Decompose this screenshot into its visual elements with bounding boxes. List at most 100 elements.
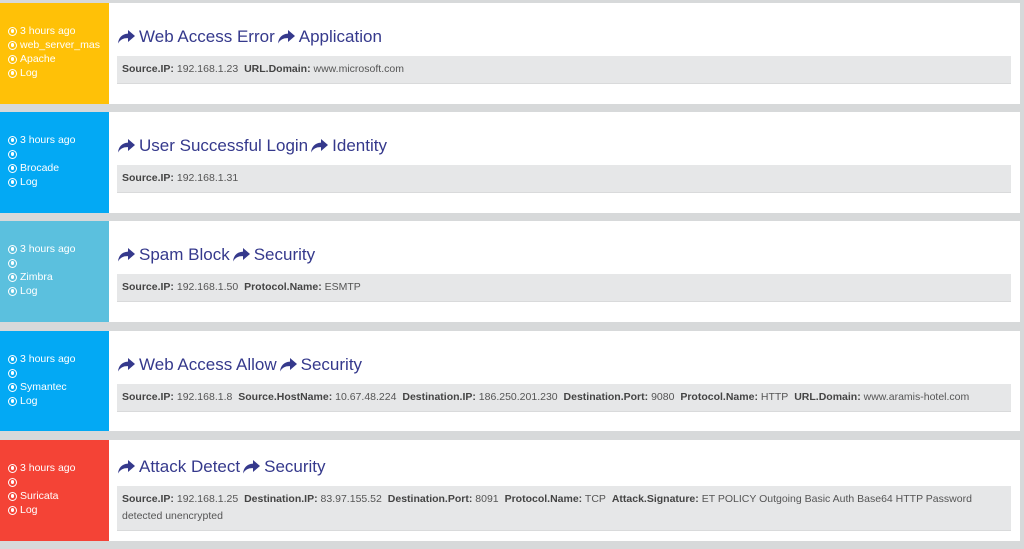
event-card[interactable]: 3 hours ago Zimbra Log Spam Block Securi… [0, 221, 1020, 322]
event-host [8, 475, 109, 489]
field-value: 192.168.1.8 [176, 391, 233, 403]
event-source: Apache [8, 52, 109, 66]
dot-circle-icon [8, 463, 17, 473]
event-type: Log [8, 503, 109, 517]
event-category: Identity [332, 136, 387, 155]
event-source: Brocade [8, 161, 109, 175]
event-time-text: 3 hours ago [20, 134, 76, 146]
share-arrow-icon [243, 460, 261, 474]
event-card[interactable]: 3 hours ago Brocade Log User Successful … [0, 112, 1020, 213]
field-value: HTTP [760, 391, 789, 403]
event-title[interactable]: Web Access Error Application [117, 26, 1012, 48]
event-meta-panel: 3 hours ago Symantec Log [0, 331, 109, 431]
field-value: ESMTP [324, 281, 361, 293]
share-arrow-icon [279, 358, 297, 372]
event-title[interactable]: User Successful Login Identity [117, 135, 1012, 157]
event-time-text: 3 hours ago [20, 243, 76, 255]
event-name: Spam Block [139, 245, 230, 264]
share-arrow-icon [118, 30, 135, 44]
field-value: 192.168.1.50 [176, 281, 239, 293]
event-card[interactable]: 3 hours ago Symantec Log Web Access Allo… [0, 331, 1020, 431]
event-source-text: Brocade [20, 162, 60, 174]
dot-circle-icon [8, 177, 17, 187]
share-arrow-icon [232, 248, 250, 262]
field-key: Source.HostName: [238, 391, 333, 403]
dot-circle-icon [8, 396, 17, 406]
event-time: 3 hours ago [8, 24, 109, 38]
field-key: Source.IP: [122, 493, 174, 505]
dot-circle-icon [8, 491, 17, 501]
share-arrow-icon [311, 139, 329, 153]
event-time-text: 3 hours ago [20, 353, 76, 365]
field-key: Protocol.Name: [680, 391, 758, 403]
event-type-text: Log [20, 504, 38, 516]
field-key: URL.Domain: [244, 63, 311, 75]
field-value: 8091 [475, 493, 499, 505]
event-type: Log [8, 394, 109, 408]
event-title[interactable]: Spam Block Security [117, 244, 1012, 266]
dot-circle-icon [8, 354, 17, 364]
event-type: Log [8, 66, 109, 80]
field-key: Protocol.Name: [504, 493, 583, 505]
dot-circle-icon [8, 244, 17, 254]
event-card[interactable]: 3 hours ago Suricata Log Attack Detect S… [0, 440, 1020, 541]
field-value: www.aramis-hotel.com [863, 391, 970, 403]
share-arrow-icon [118, 139, 135, 153]
event-details: Source.IP: 192.168.1.8 Source.HostName: … [117, 384, 1011, 412]
event-source-text: Apache [20, 53, 56, 65]
event-meta-panel: 3 hours ago Brocade Log [0, 112, 109, 213]
field-key: Destination.IP: [402, 391, 476, 403]
event-category: Security [264, 457, 326, 476]
share-arrow-icon [118, 358, 135, 372]
event-time: 3 hours ago [8, 461, 109, 475]
event-feed: 3 hours ago web_server_mas Apache Log We… [0, 3, 1020, 549]
event-details: Source.IP: 192.168.1.25 Destination.IP: … [117, 486, 1011, 531]
dot-circle-icon [8, 149, 17, 159]
event-details: Source.IP: 192.168.1.23 URL.Domain: www.… [117, 56, 1011, 84]
event-category: Security [300, 355, 363, 374]
field-key: Source.IP: [122, 391, 174, 403]
event-category: Application [298, 27, 382, 46]
field-value: 10.67.48.224 [335, 391, 397, 403]
dot-circle-icon [8, 272, 17, 282]
field-value: 186.250.201.230 [478, 391, 558, 403]
dot-circle-icon [8, 505, 17, 515]
event-host: web_server_mas [8, 38, 109, 52]
event-time: 3 hours ago [8, 133, 109, 147]
dot-circle-icon [8, 382, 17, 392]
dot-circle-icon [8, 368, 17, 378]
event-body: Web Access Error Application Source.IP: … [109, 3, 1020, 104]
field-value: TCP [584, 493, 606, 505]
field-key: URL.Domain: [794, 391, 861, 403]
event-source-text: Symantec [20, 381, 67, 393]
dot-circle-icon [8, 135, 17, 145]
share-arrow-icon [118, 460, 135, 474]
event-time: 3 hours ago [8, 242, 109, 256]
field-value: www.microsoft.com [313, 63, 404, 75]
event-host [8, 256, 109, 270]
field-value: 192.168.1.31 [176, 172, 239, 184]
event-host [8, 366, 109, 380]
event-source: Suricata [8, 489, 109, 503]
dot-circle-icon [8, 163, 17, 173]
event-body: Web Access Allow Security Source.IP: 192… [109, 331, 1020, 431]
field-key: Protocol.Name: [244, 281, 322, 293]
event-name: Web Access Allow [139, 355, 277, 374]
event-title[interactable]: Attack Detect Security [117, 456, 1012, 478]
event-meta-panel: 3 hours ago Suricata Log [0, 440, 109, 541]
event-type-text: Log [20, 285, 38, 297]
event-type-text: Log [20, 67, 38, 79]
event-type: Log [8, 175, 109, 189]
event-card[interactable]: 3 hours ago web_server_mas Apache Log We… [0, 3, 1020, 104]
dot-circle-icon [8, 258, 17, 268]
field-value: 192.168.1.25 [176, 493, 239, 505]
event-body: Attack Detect Security Source.IP: 192.16… [109, 440, 1020, 541]
event-meta-panel: 3 hours ago web_server_mas Apache Log [0, 3, 109, 104]
field-key: Destination.IP: [244, 493, 318, 505]
field-value: 192.168.1.23 [176, 63, 239, 75]
event-name: Attack Detect [139, 457, 241, 476]
event-time-text: 3 hours ago [20, 25, 76, 37]
share-arrow-icon [277, 30, 295, 44]
event-source: Zimbra [8, 270, 109, 284]
event-title[interactable]: Web Access Allow Security [117, 354, 1012, 376]
